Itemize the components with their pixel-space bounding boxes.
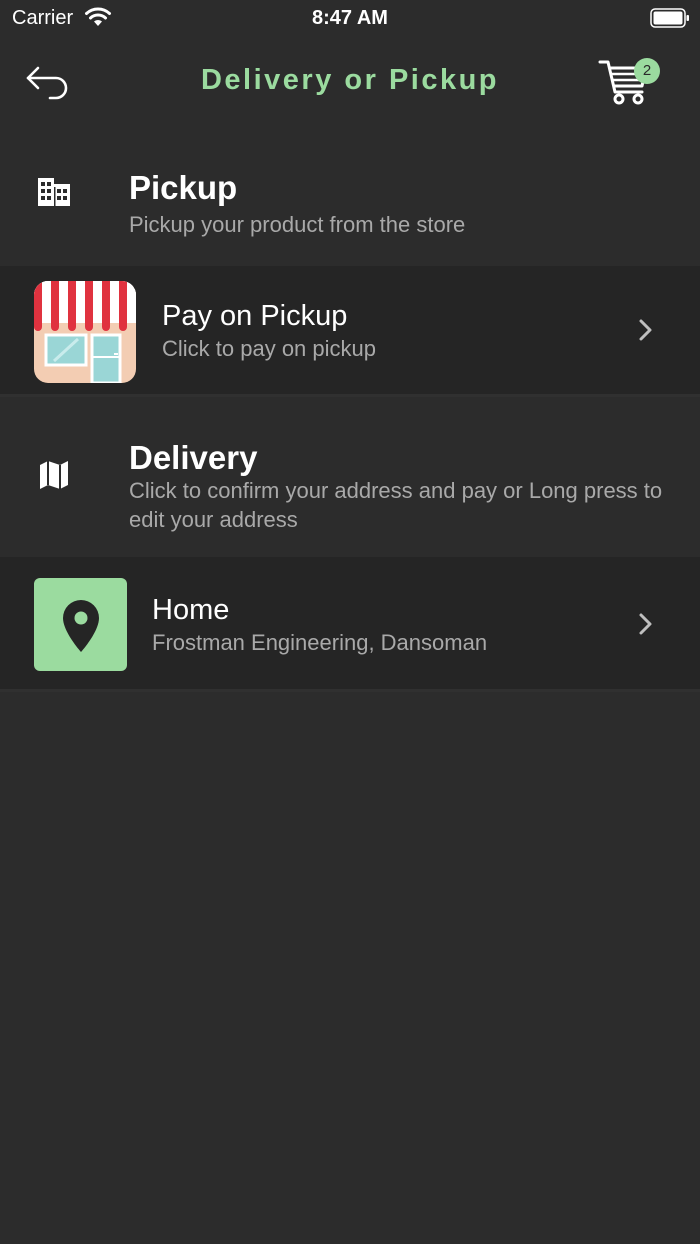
status-time: 8:47 AM [312,7,388,29]
page-title: Delivery or Pickup [200,64,500,96]
chevron-right-icon [639,613,652,635]
pay-on-pickup-option[interactable]: Pay on Pickup Click to pay on pickup [0,266,700,394]
home-address-option[interactable]: Home Frostman Engineering, Dansoman [0,557,700,689]
location-pin-tile [34,578,127,671]
location-pin-icon [63,600,99,652]
battery-icon [650,8,689,28]
delivery-section: Delivery Click to confirm your address a… [0,397,700,557]
nav-bar: Delivery or Pickup [0,40,700,124]
building-icon [38,178,70,206]
status-bar: Carrier 8:47 AM [0,0,700,36]
delivery-section-description: Click to confirm your address and pay or… [129,478,663,532]
pickup-section: Pickup Pickup your product from the stor… [0,124,700,266]
pay-on-pickup-title: Pay on Pickup [162,300,348,332]
pickup-section-title: Pickup [129,169,238,206]
map-icon [40,461,68,489]
home-title: Home [152,594,230,626]
chevron-right-icon [639,319,652,341]
delivery-section-title: Delivery [129,439,258,476]
home-address-subtitle: Frostman Engineering, Dansoman [152,630,488,655]
screen: Carrier 8:47 AM Delivery or Pickup 2 Pic… [0,0,700,1244]
divider [0,689,700,692]
storefront-icon [34,281,136,383]
pay-on-pickup-subtitle: Click to pay on pickup [162,336,376,361]
pickup-section-description: Pickup your product from the store [129,212,466,237]
cart-count-badge: 2 [634,58,660,84]
